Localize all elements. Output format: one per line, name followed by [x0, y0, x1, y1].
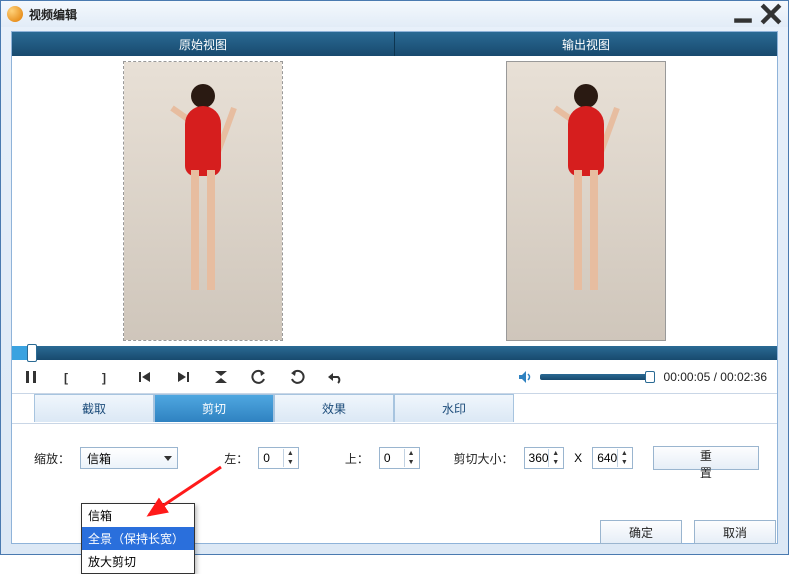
top-label: 上： [329, 450, 369, 467]
tab-effect[interactable]: 效果 [274, 394, 394, 422]
dialog-footer: 确定 取消 [600, 520, 776, 544]
mark-in-button[interactable]: [ [60, 368, 78, 386]
left-label: 左： [208, 450, 248, 467]
cancel-button[interactable]: 取消 [694, 520, 776, 544]
cropsize-sep: X [574, 451, 582, 465]
reset-button[interactable]: 重置 [653, 446, 759, 470]
tab-watermark[interactable]: 水印 [394, 394, 514, 422]
volume-icon[interactable] [516, 368, 534, 386]
scale-option-2[interactable]: 放大剪切 [82, 550, 194, 573]
left-up[interactable]: ▲ [283, 449, 297, 458]
preview-row [12, 56, 777, 346]
volume-control: 00:00:05 / 00:02:36 [516, 368, 767, 386]
trim-row: 缩放： 信箱 左： ▲▼ 上： ▲▼ 剪切大小： ▲ [30, 446, 759, 470]
volume-knob[interactable] [645, 371, 655, 383]
scale-label: 缩放： [30, 450, 70, 467]
timecode: 00:00:05 / 00:02:36 [664, 370, 767, 384]
preview-output[interactable] [395, 56, 778, 346]
window-controls [732, 6, 782, 22]
crop-w-down[interactable]: ▼ [548, 458, 562, 467]
rotate-cw-button[interactable] [288, 368, 306, 386]
svg-text:[: [ [64, 371, 68, 385]
rotate-ccw-button[interactable] [250, 368, 268, 386]
left-spinner[interactable]: ▲▼ [258, 447, 299, 469]
undo-button[interactable] [326, 368, 344, 386]
chevron-down-icon [163, 452, 173, 467]
top-down[interactable]: ▼ [404, 458, 418, 467]
app-icon [7, 6, 23, 22]
client-area: 原始视图 输出视图 [ ] [11, 31, 778, 544]
prev-frame-button[interactable] [136, 368, 154, 386]
svg-text:]: ] [102, 371, 106, 385]
header-output: 输出视图 [395, 32, 777, 56]
crop-h-spinner[interactable]: ▲▼ [592, 447, 633, 469]
tab-trim[interactable]: 剪切 [154, 394, 274, 422]
timeline-scrubber[interactable] [12, 346, 777, 360]
next-frame-button[interactable] [174, 368, 192, 386]
mark-out-button[interactable]: ] [98, 368, 116, 386]
edit-tabs: 截取 剪切 效果 水印 [12, 394, 777, 424]
window-title: 视频编辑 [29, 6, 77, 23]
scale-option-1[interactable]: 全景（保持长宽） [82, 527, 194, 550]
pause-button[interactable] [22, 368, 40, 386]
contract-icon[interactable] [212, 368, 230, 386]
scrubber-thumb[interactable] [27, 344, 37, 362]
crop-h-down[interactable]: ▼ [617, 458, 631, 467]
scale-option-0[interactable]: 信箱 [82, 504, 194, 527]
crop-w-up[interactable]: ▲ [548, 449, 562, 458]
scale-value: 信箱 [87, 450, 111, 467]
ok-button[interactable]: 确定 [600, 520, 682, 544]
top-up[interactable]: ▲ [404, 449, 418, 458]
volume-slider[interactable] [540, 374, 650, 380]
minimize-button[interactable] [732, 6, 754, 22]
crop-w-spinner[interactable]: ▲▼ [524, 447, 565, 469]
cropsize-label: 剪切大小： [450, 450, 514, 467]
close-button[interactable] [760, 6, 782, 22]
left-down[interactable]: ▼ [283, 458, 297, 467]
app-window: 视频编辑 原始视图 输出视图 [0, 0, 789, 555]
output-thumb [506, 61, 666, 341]
scale-select[interactable]: 信箱 [80, 447, 178, 469]
titlebar: 视频编辑 [1, 1, 788, 27]
scale-dropdown: 信箱 全景（保持长宽） 放大剪切 [81, 503, 195, 574]
original-thumb [123, 61, 283, 341]
preview-header: 原始视图 输出视图 [12, 32, 777, 56]
preview-original[interactable] [12, 56, 395, 346]
tab-crop[interactable]: 截取 [34, 394, 154, 422]
playback-controls: [ ] 00:00:05 / 00:02:36 [12, 360, 777, 394]
top-spinner[interactable]: ▲▼ [379, 447, 420, 469]
header-original: 原始视图 [12, 32, 395, 56]
crop-h-up[interactable]: ▲ [617, 449, 631, 458]
